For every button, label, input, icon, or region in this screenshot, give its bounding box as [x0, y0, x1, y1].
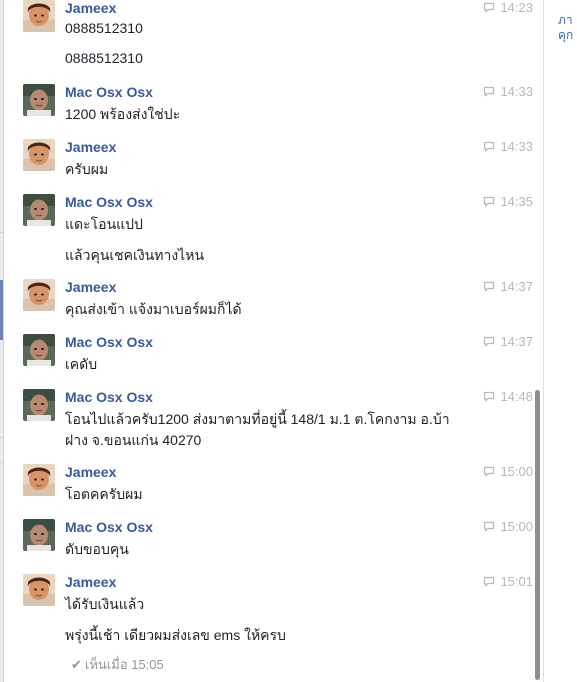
- message-timestamp[interactable]: 14:33: [483, 139, 533, 154]
- left-edge-bar: [0, 0, 4, 682]
- message-timestamp[interactable]: 14:48: [483, 389, 533, 404]
- timestamp-text: 15:01: [500, 574, 533, 589]
- timestamp-text: 14:23: [500, 0, 533, 15]
- message-text: ได้รับเงินแล้ว: [65, 596, 145, 612]
- avatar[interactable]: [23, 139, 55, 171]
- message-text: แล้วคุนเชคเงินทางไหน: [65, 247, 205, 263]
- sender-name[interactable]: Mac Osx Osx: [65, 519, 153, 535]
- message-text: ฝาง จ.ขอนแก่น 40270: [65, 432, 202, 448]
- left-divider: [0, 462, 4, 463]
- seen-text: เห็นเมื่อ 15:05: [84, 657, 164, 672]
- timestamp-text: 14:37: [500, 279, 533, 294]
- right-panel: ภา คุก: [544, 0, 577, 682]
- message-text: เคดับ: [65, 356, 98, 372]
- message-text: พรุ่งนี้เช้า เดียวผมส่งเลข ems ให้ครบ: [65, 627, 286, 643]
- message-timestamp[interactable]: 15:01: [483, 574, 533, 589]
- avatar[interactable]: [23, 84, 55, 116]
- avatar[interactable]: [23, 574, 55, 606]
- message-timestamp[interactable]: 14:35: [483, 194, 533, 209]
- message-timestamp[interactable]: 15:00: [483, 519, 533, 534]
- timestamp-text: 15:00: [500, 519, 533, 534]
- sender-name[interactable]: Mac Osx Osx: [65, 194, 153, 210]
- message-group: Mac Osx Osx 14:35 แดะโอนแปปแล้วคุนเชคเงินท…: [23, 194, 535, 265]
- speech-bubble-icon: [483, 466, 495, 477]
- left-divider: [0, 232, 4, 233]
- message-timestamp[interactable]: 14:37: [483, 279, 533, 294]
- message-timestamp[interactable]: 15:00: [483, 464, 533, 479]
- message-text: แดะโอนแปป: [65, 216, 143, 232]
- sender-name[interactable]: Jameex: [65, 464, 116, 480]
- message-text: โอนไปแล้วครับ1200 ส่งมาตามที่อยู่นี้ 148…: [65, 411, 450, 427]
- speech-bubble-icon: [483, 576, 495, 587]
- speech-bubble-icon: [483, 86, 495, 97]
- sender-name[interactable]: Jameex: [65, 139, 116, 155]
- timestamp-text: 14:35: [500, 194, 533, 209]
- avatar[interactable]: [23, 334, 55, 366]
- avatar[interactable]: [23, 0, 55, 32]
- active-thread-marker: [0, 280, 3, 340]
- avatar[interactable]: [23, 464, 55, 496]
- speech-bubble-icon: [483, 521, 495, 532]
- message-timestamp[interactable]: 14:33: [483, 84, 533, 99]
- right-panel-text[interactable]: คุก: [558, 26, 573, 45]
- message-group: Jameex 14:23 0888512310 0888512310: [23, 0, 535, 70]
- message-text: ดับขอบคุน: [65, 541, 129, 557]
- timestamp-text: 14:33: [500, 139, 533, 154]
- speech-bubble-icon: [483, 281, 495, 292]
- speech-bubble-icon: [483, 391, 495, 402]
- message-group: Mac Osx Osx 14:37 เคดับ: [23, 334, 535, 374]
- sender-name[interactable]: Mac Osx Osx: [65, 84, 153, 100]
- speech-bubble-icon: [483, 196, 495, 207]
- avatar[interactable]: [23, 279, 55, 311]
- sender-name[interactable]: Jameex: [65, 574, 116, 590]
- speech-bubble-icon: [483, 2, 495, 13]
- avatar[interactable]: [23, 389, 55, 421]
- message-group: Mac Osx Osx 14:33 1200 พร้องส่งใช่ปะ: [23, 84, 535, 124]
- message-text: คุณส่งเข้า แจ้งมาเบอร์ผมก็ได้: [65, 301, 242, 317]
- avatar[interactable]: [23, 194, 55, 226]
- scrollbar-thumb[interactable]: [535, 390, 540, 680]
- sender-name[interactable]: Jameex: [65, 279, 116, 295]
- timestamp-text: 14:33: [500, 84, 533, 99]
- message-group: Jameex 14:37 คุณส่งเข้า แจ้งมาเบอร์ผมก็ได้: [23, 279, 535, 319]
- speech-bubble-icon: [483, 336, 495, 347]
- sender-name[interactable]: Jameex: [65, 0, 116, 16]
- sender-name[interactable]: Mac Osx Osx: [65, 334, 153, 350]
- message-group: Mac Osx Osx 15:00 ดับขอบคุน: [23, 519, 535, 559]
- message-text: โอตคครับผม: [65, 486, 143, 502]
- message-group: Jameex 15:00 โอตคครับผม: [23, 464, 535, 504]
- message-text: ครับผม: [65, 161, 109, 177]
- timestamp-text: 14:48: [500, 389, 533, 404]
- message-group: Jameex 14:33 ครับผม: [23, 139, 535, 179]
- timestamp-text: 14:37: [500, 334, 533, 349]
- chat-message-list[interactable]: Jameex 14:23 0888512310 0888512310 Mac Osx O…: [5, 0, 544, 682]
- message-timestamp[interactable]: 14:37: [483, 334, 533, 349]
- message-text: 0888512310: [65, 20, 143, 36]
- speech-bubble-icon: [483, 141, 495, 152]
- message-group: Mac Osx Osx 14:48 โอนไปแล้วครับ1200 ส่งมาต…: [23, 389, 535, 450]
- timestamp-text: 15:00: [500, 464, 533, 479]
- left-divider: [0, 437, 4, 438]
- sender-name[interactable]: Mac Osx Osx: [65, 389, 153, 405]
- message-text: 0888512310: [65, 50, 143, 66]
- check-icon: ✔: [71, 657, 82, 672]
- seen-indicator: ✔ เห็นเมื่อ 15:05: [71, 654, 164, 675]
- message-timestamp[interactable]: 14:23: [483, 0, 533, 15]
- message-group: Jameex 15:01 ได้รับเงินแล้วพรุ่งนี้เช้า เด…: [23, 574, 535, 645]
- message-text: 1200 พร้องส่งใช่ปะ: [65, 106, 181, 122]
- avatar[interactable]: [23, 519, 55, 551]
